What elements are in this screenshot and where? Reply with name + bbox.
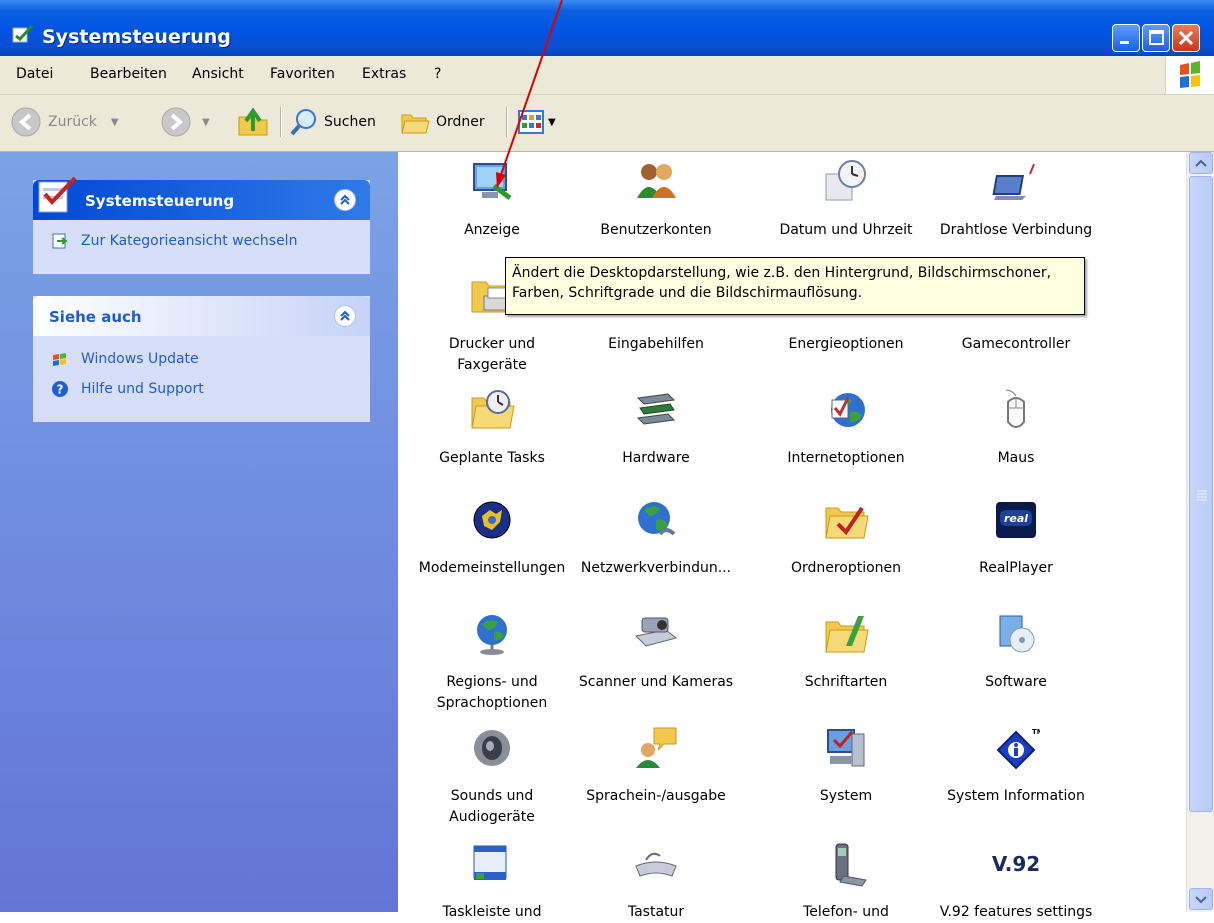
annotation-arrow — [496, 0, 563, 188]
